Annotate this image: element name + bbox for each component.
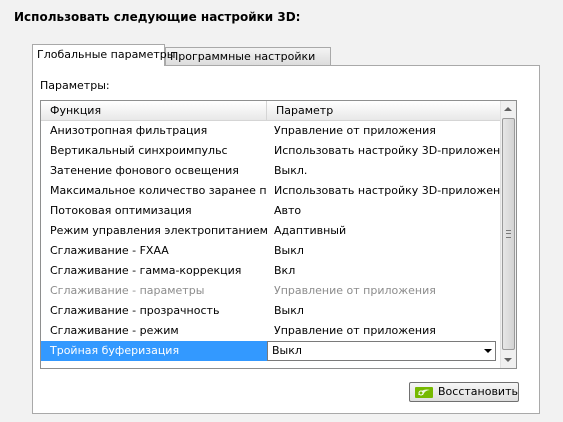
row-function: Режим управления электропитанием <box>50 224 267 237</box>
row-function: Вертикальный синхроимпульс <box>50 144 228 157</box>
row-parameter: Авто <box>274 204 302 217</box>
settings-row[interactable]: Анизотропная фильтрация Управление от пр… <box>41 121 500 141</box>
tab-global-settings[interactable]: Глобальные параметры <box>32 44 175 66</box>
settings-row[interactable]: Потоковая оптимизация Авто <box>41 201 500 221</box>
row-function: Сглаживание - FXAA <box>50 244 169 257</box>
list-header: Функция Параметр <box>41 101 500 121</box>
settings-row-selected[interactable]: Тройная буферизация Выкл <box>41 341 500 361</box>
tab-program-settings[interactable]: Программные настройки <box>165 47 331 65</box>
parameter-dropdown[interactable]: Выкл <box>267 341 496 361</box>
settings-row[interactable]: Затенение фонового освещения Выкл. <box>41 161 500 181</box>
row-parameter: Использовать настройку 3D-приложения <box>274 184 500 197</box>
chevron-down-icon[interactable] <box>484 349 492 353</box>
settings-label: Параметры: <box>40 79 110 92</box>
settings-list: Функция Параметр Анизотропная фильтрация… <box>40 100 517 369</box>
settings-row[interactable]: Сглаживание - прозрачность Выкл <box>41 301 500 321</box>
scroll-up-icon[interactable] <box>504 107 512 111</box>
restore-button[interactable]: Восстановить <box>409 382 519 402</box>
row-function: Тройная буферизация <box>41 341 267 361</box>
vertical-scrollbar[interactable] <box>500 101 516 368</box>
scrollbar-thumb[interactable] <box>502 118 515 350</box>
settings-row[interactable]: Сглаживание - режим Управление от прилож… <box>41 321 500 341</box>
nvidia-logo-icon <box>415 387 433 398</box>
row-parameter: Управление от приложения <box>274 284 436 297</box>
row-parameter: Управление от приложения <box>274 124 436 137</box>
row-function: Сглаживание - прозрачность <box>50 304 220 317</box>
row-parameter: Адаптивный <box>274 224 347 237</box>
settings-row[interactable]: Режим управления электропитанием Адаптив… <box>41 221 500 241</box>
row-function: Сглаживание - гамма-коррекция <box>50 264 242 277</box>
row-parameter: Использовать настройку 3D-приложения <box>274 144 500 157</box>
row-function: Сглаживание - режим <box>50 324 179 337</box>
settings-panel: Параметры: Функция Параметр Анизотропная… <box>32 65 540 414</box>
settings-row-disabled: Сглаживание - параметры Управление от пр… <box>41 281 500 301</box>
settings-row[interactable]: Сглаживание - FXAA Выкл <box>41 241 500 261</box>
settings-row[interactable]: Вертикальный синхроимпульс Использовать … <box>41 141 500 161</box>
row-parameter: Управление от приложения <box>274 324 436 337</box>
dropdown-value: Выкл <box>272 344 302 357</box>
column-header-function[interactable]: Функция <box>41 101 267 120</box>
scroll-down-icon[interactable] <box>504 358 512 362</box>
row-parameter: Выкл. <box>274 164 308 177</box>
column-header-parameter[interactable]: Параметр <box>267 101 500 120</box>
restore-button-label: Восстановить <box>438 385 518 398</box>
grip-icon <box>506 230 511 238</box>
settings-row[interactable]: Сглаживание - гамма-коррекция Вкл <box>41 261 500 281</box>
row-function: Сглаживание - параметры <box>50 284 205 297</box>
row-parameter: Вкл <box>274 264 296 277</box>
page-heading: Использовать следующие настройки 3D: <box>14 10 301 24</box>
row-function: Потоковая оптимизация <box>50 204 192 217</box>
row-function: Затенение фонового освещения <box>50 164 239 177</box>
row-function: Максимальное количество заранее под... <box>50 184 267 197</box>
row-function: Анизотропная фильтрация <box>50 124 208 137</box>
settings-row[interactable]: Максимальное количество заранее под... И… <box>41 181 500 201</box>
row-parameter: Выкл <box>274 304 304 317</box>
row-parameter: Выкл <box>274 244 304 257</box>
